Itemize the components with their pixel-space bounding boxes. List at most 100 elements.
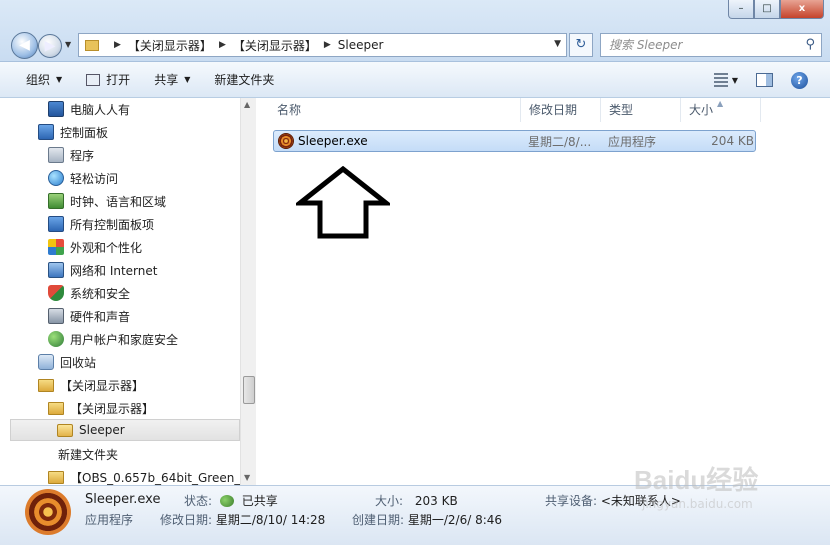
programs-icon	[48, 147, 64, 163]
nav-item-label: 外观和个性化	[70, 240, 143, 255]
nav-item-sleeper[interactable]: Sleeper	[10, 419, 240, 441]
nav-item-label: 时钟、语言和区域	[70, 194, 167, 209]
view-dropdown-icon[interactable]: ▼	[732, 76, 738, 85]
preview-pane-icon[interactable]	[756, 73, 773, 87]
nav-item-label: 用户帐户和家庭安全	[70, 332, 179, 347]
shared-with-label: 共享设备:	[545, 494, 598, 508]
nav-item-security[interactable]: 系统和安全	[48, 282, 130, 304]
nav-item-new-folder[interactable]: 新建文件夹	[58, 443, 118, 465]
clock-language-icon	[48, 193, 64, 209]
scroll-up-icon[interactable]: ▲	[244, 100, 250, 109]
scroll-down-icon[interactable]: ▼	[244, 473, 250, 482]
recycle-bin-icon	[38, 354, 54, 370]
breadcrumb-item[interactable]: 【关闭显示器】	[128, 37, 212, 54]
nav-item-users[interactable]: 用户帐户和家庭安全	[48, 328, 178, 350]
nav-item-programs[interactable]: 程序	[48, 144, 94, 166]
size-value: 203 KB	[414, 494, 458, 508]
nav-item-label: 新建文件夹	[58, 447, 119, 462]
shared-with-value: <未知联系人>	[600, 494, 681, 508]
hardware-icon	[48, 308, 64, 324]
appearance-icon	[48, 239, 64, 255]
forward-button[interactable]: ▶	[38, 34, 62, 58]
details-shared-with: 共享设备: <未知联系人>	[545, 492, 681, 509]
search-box: ⚲	[600, 33, 822, 57]
details-filetype: 应用程序	[85, 513, 134, 527]
organize-label: 组织	[26, 73, 51, 87]
column-header-name[interactable]: 名称	[269, 98, 521, 122]
address-bar[interactable]: ▶ 【关闭显示器】 ▶ 【关闭显示器】 ▶ Sleeper ▼	[78, 33, 567, 57]
details-modified: 修改日期: 星期二/8/10/ 14:28	[160, 511, 325, 528]
organize-button[interactable]: 组织 ▼	[14, 67, 74, 93]
details-created: 创建日期: 星期一/2/6/ 8:46	[352, 511, 502, 528]
nav-item-ease-of-access[interactable]: 轻松访问	[48, 167, 118, 189]
annotation-up-arrow-icon	[296, 166, 390, 239]
computer-icon	[48, 101, 64, 117]
details-filename: Sleeper.exe	[85, 492, 161, 507]
size-label: 大小:	[375, 494, 404, 508]
nav-item-folder[interactable]: 【关闭显示器】	[48, 397, 154, 419]
recent-pages-dropdown[interactable]: ▼	[65, 40, 71, 49]
control-panel-icon	[38, 124, 54, 140]
new-folder-label: 新建文件夹	[214, 73, 275, 87]
nav-item-folder[interactable]: 【关闭显示器】	[38, 374, 144, 396]
nav-item-recycle-bin[interactable]: 回收站	[38, 351, 96, 373]
file-type: 应用程序	[608, 134, 657, 149]
shared-users-icon	[219, 495, 234, 507]
nav-item-computer[interactable]: 电脑人人有	[48, 98, 130, 120]
refresh-button[interactable]: ↻	[569, 33, 593, 57]
nav-item-hardware[interactable]: 硬件和声音	[48, 305, 130, 327]
address-dropdown-icon[interactable]: ▼	[554, 39, 561, 49]
open-button[interactable]: 打开	[74, 67, 142, 93]
nav-item-label: 回收站	[60, 355, 97, 370]
file-row[interactable]: Sleeper.exe 星期二/8/... 应用程序 204 KB	[273, 130, 756, 152]
nav-item-label: 硬件和声音	[70, 309, 131, 324]
column-header-type[interactable]: 类型	[601, 98, 681, 122]
breadcrumb-item[interactable]: Sleeper	[338, 38, 384, 52]
breadcrumb-separator-icon[interactable]: ▶	[114, 40, 121, 50]
back-button[interactable]: ◀	[11, 32, 38, 59]
nav-item-label: 【OBS_0.657b_64bit_Green_Ar	[70, 470, 254, 485]
nav-item-appearance[interactable]: 外观和个性化	[48, 236, 142, 258]
view-options-icon[interactable]	[713, 73, 728, 87]
maximize-button[interactable]: □	[754, 0, 780, 19]
window-controls: – □ x	[728, 0, 824, 19]
search-icon[interactable]: ⚲	[805, 37, 815, 52]
nav-item-control-panel[interactable]: 控制面板	[38, 121, 108, 143]
status-label: 状态:	[184, 494, 213, 508]
nav-scrollbar[interactable]: ▲ ▼	[240, 98, 256, 485]
nav-item-clock-language[interactable]: 时钟、语言和区域	[48, 190, 166, 212]
nav-item-obs-folder[interactable]: 【OBS_0.657b_64bit_Green_Ar	[48, 466, 253, 485]
file-date: 星期二/8/...	[528, 134, 592, 149]
created-label: 创建日期:	[352, 513, 405, 527]
users-icon	[48, 331, 64, 347]
file-name: Sleeper.exe	[298, 134, 368, 148]
breadcrumb-item[interactable]: 【关闭显示器】	[233, 37, 317, 54]
sort-ascending-icon: ▲	[717, 99, 724, 108]
minimize-button[interactable]: –	[728, 0, 754, 19]
share-button[interactable]: 共享 ▼	[142, 67, 202, 93]
breadcrumb-separator-icon[interactable]: ▶	[324, 40, 331, 50]
breadcrumb-separator-icon[interactable]: ▶	[219, 40, 226, 50]
sleeper-app-icon	[278, 133, 294, 149]
search-input[interactable]	[609, 38, 789, 52]
close-button[interactable]: x	[780, 0, 824, 19]
created-value: 星期一/2/6/ 8:46	[407, 513, 503, 527]
scroll-thumb[interactable]	[243, 376, 255, 404]
help-icon[interactable]: ?	[791, 71, 808, 89]
file-list-pane: 名称 修改日期 类型 ▲ 大小 Sleeper.exe 星期二/8/... 应用…	[257, 98, 830, 485]
ease-of-access-icon	[48, 170, 64, 186]
nav-item-label: 轻松访问	[70, 171, 119, 186]
nav-item-label: 【关闭显示器】	[60, 378, 145, 393]
details-status: 状态: 已共享	[184, 492, 278, 509]
modified-value: 星期二/8/10/ 14:28	[215, 513, 326, 527]
details-size: 大小: 203 KB	[375, 492, 458, 509]
column-header-date[interactable]: 修改日期	[521, 98, 601, 122]
column-header-size[interactable]: ▲ 大小	[681, 98, 761, 122]
nav-item-label: 【关闭显示器】	[70, 401, 155, 416]
nav-item-label: Sleeper	[79, 423, 125, 437]
details-pane: Sleeper.exe 应用程序 状态: 已共享 修改日期: 星期二/8/10/…	[0, 485, 830, 545]
nav-item-label: 控制面板	[60, 125, 109, 140]
nav-item-all-items[interactable]: 所有控制面板项	[48, 213, 154, 235]
nav-item-network[interactable]: 网络和 Internet	[48, 259, 157, 281]
new-folder-button[interactable]: 新建文件夹	[202, 67, 286, 93]
